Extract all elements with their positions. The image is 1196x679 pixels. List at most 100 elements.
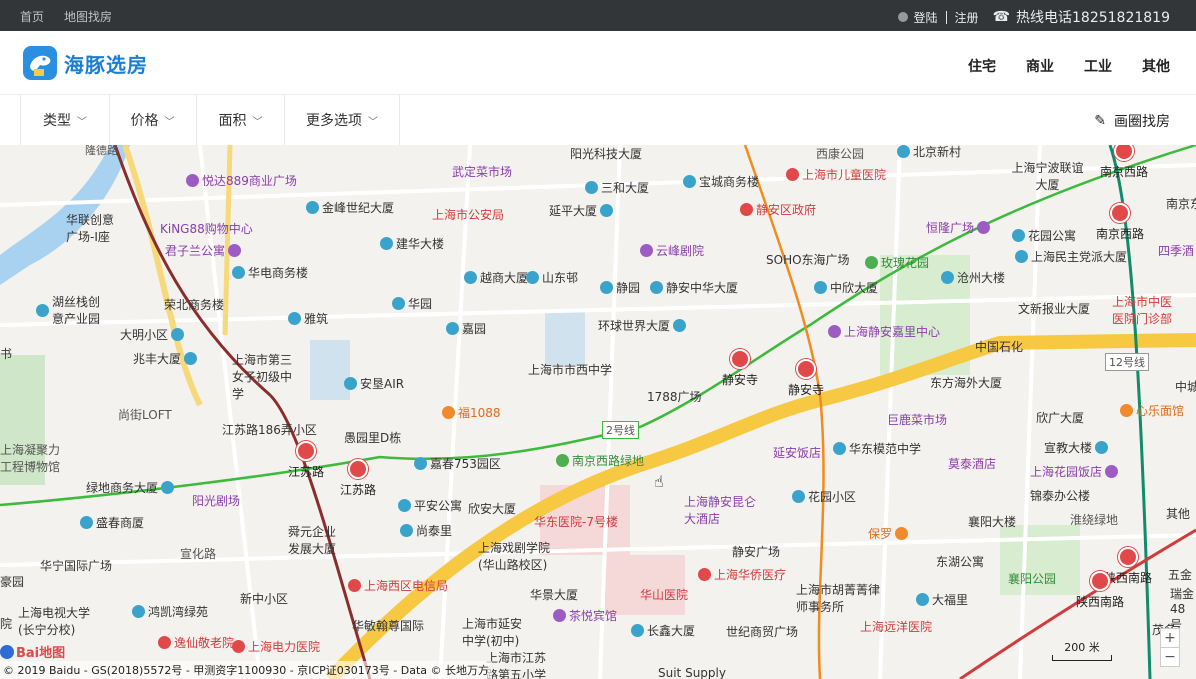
poi-marker[interactable]: 静安区政府 bbox=[740, 201, 816, 218]
poi-marker[interactable]: 逸仙敬老院 bbox=[158, 634, 234, 651]
poi-marker[interactable]: 西康公园 bbox=[816, 145, 864, 162]
poi-marker[interactable]: 华山医院 bbox=[640, 586, 688, 603]
poi-marker[interactable]: 上海远洋医院 bbox=[860, 618, 932, 635]
poi-marker[interactable]: 华园 bbox=[392, 295, 432, 312]
metro-station[interactable]: 南京西路 bbox=[1096, 203, 1144, 242]
poi-marker[interactable]: 南京西路绿地 bbox=[556, 452, 644, 469]
logo[interactable]: 海豚选房 bbox=[22, 45, 148, 81]
poi-marker[interactable]: 花园小区 bbox=[792, 488, 856, 505]
poi-marker[interactable]: 华敏翰尊国际 bbox=[352, 617, 424, 634]
poi-marker[interactable]: 长鑫大厦 bbox=[631, 622, 695, 639]
poi-marker[interactable]: 静园 bbox=[600, 279, 640, 296]
poi-marker[interactable]: 舜元企业发展大厦 bbox=[288, 523, 346, 557]
poi-marker[interactable]: 尚泰里 bbox=[400, 522, 452, 539]
filter-price[interactable]: 价格 ﹀ bbox=[109, 95, 197, 145]
nav-home-link[interactable]: 首页 bbox=[20, 8, 44, 25]
poi-marker[interactable]: 华电商务楼 bbox=[232, 264, 308, 281]
draw-search-button[interactable]: ✎ 画圈找房 bbox=[1094, 111, 1170, 131]
poi-marker[interactable]: 上海市中医医院门诊部 bbox=[1112, 293, 1182, 327]
filter-type[interactable]: 类型 ﹀ bbox=[20, 95, 110, 145]
register-link[interactable]: 注册 bbox=[955, 9, 979, 26]
poi-marker[interactable]: 襄阳大楼 bbox=[968, 513, 1016, 530]
metro-station[interactable]: 陕西南路 bbox=[1076, 571, 1124, 610]
poi-marker[interactable]: 东湖公寓 bbox=[936, 553, 984, 570]
poi-marker[interactable]: 保罗 bbox=[868, 525, 909, 542]
poi-marker[interactable]: 华东医院-7号楼 bbox=[534, 513, 618, 530]
poi-marker[interactable]: 恒隆广场 bbox=[926, 219, 991, 236]
poi-marker[interactable]: 平安公寓 bbox=[398, 497, 462, 514]
poi-marker[interactable]: 环球世界大厦 bbox=[598, 317, 687, 334]
poi-marker[interactable]: 愚园里D栋 bbox=[344, 429, 401, 446]
poi-marker[interactable]: 上海戏剧学院(华山路校区) bbox=[478, 539, 564, 573]
poi-marker[interactable]: 上海凝聚力工程博物馆 bbox=[0, 441, 70, 475]
poi-marker[interactable]: 中城 bbox=[1175, 378, 1196, 395]
poi-marker[interactable]: 宣教大楼 bbox=[1044, 439, 1109, 456]
poi-marker[interactable]: 大明小区 bbox=[120, 326, 185, 343]
poi-marker[interactable]: Suit Supply bbox=[658, 666, 726, 679]
poi-marker[interactable]: 盛春商厦 bbox=[80, 514, 144, 531]
metro-station[interactable]: 静安寺 bbox=[722, 349, 758, 388]
metro-station[interactable]: 江苏路 bbox=[288, 441, 324, 480]
poi-marker[interactable]: 悦达889商业广场 bbox=[186, 172, 297, 189]
poi-marker[interactable]: 茶悦宾馆 bbox=[553, 607, 617, 624]
poi-marker[interactable]: 文新报业大厦 bbox=[1018, 300, 1090, 317]
poi-marker[interactable]: 心乐面馆 bbox=[1120, 402, 1184, 419]
login-link[interactable]: 登陆 bbox=[914, 9, 938, 26]
poi-marker[interactable]: 君子兰公寓 bbox=[165, 242, 242, 259]
poi-marker[interactable]: 华东模范中学 bbox=[833, 440, 921, 457]
poi-marker[interactable]: 其他 bbox=[1166, 505, 1190, 522]
poi-marker[interactable]: 华景大厦 bbox=[530, 586, 578, 603]
poi-marker[interactable]: 华联创意广场-I座 bbox=[66, 211, 121, 245]
poi-marker[interactable]: 欣广大厦 bbox=[1036, 409, 1084, 426]
category-industrial[interactable]: 工业 bbox=[1084, 56, 1112, 76]
poi-marker[interactable]: 上海西区电信局 bbox=[348, 577, 448, 594]
category-other[interactable]: 其他 bbox=[1142, 56, 1170, 76]
poi-marker[interactable]: 沧州大楼 bbox=[941, 269, 1005, 286]
poi-marker[interactable]: 上海市江苏路第五小学 bbox=[486, 649, 552, 679]
poi-marker[interactable]: 嘉春753园区 bbox=[414, 455, 501, 472]
poi-marker[interactable]: 福1088 bbox=[442, 404, 501, 421]
poi-marker[interactable]: 荣北商务楼 bbox=[164, 296, 224, 313]
poi-marker[interactable]: 绿地商务大厦 bbox=[86, 479, 175, 496]
poi-marker[interactable]: 上海市胡菁菁律师事务所 bbox=[796, 581, 886, 615]
poi-marker[interactable]: 上海花园饭店 bbox=[1030, 463, 1119, 480]
poi-marker[interactable]: 静安广场 bbox=[732, 543, 780, 560]
poi-marker[interactable]: 上海静安昆仑大酒店 bbox=[684, 493, 759, 527]
poi-marker[interactable]: 延安饭店 bbox=[773, 444, 821, 461]
poi-marker[interactable]: 大福里 bbox=[916, 591, 968, 608]
poi-marker[interactable]: 上海民主党派大厦 bbox=[1015, 248, 1127, 265]
poi-marker[interactable]: 山东邨 bbox=[526, 269, 578, 286]
poi-marker[interactable]: 延平大厦 bbox=[549, 202, 614, 219]
poi-marker[interactable]: 襄阳公园 bbox=[1008, 570, 1056, 587]
poi-marker[interactable]: 武定菜市场 bbox=[452, 163, 512, 180]
poi-marker[interactable]: 上海宁波联谊大厦 bbox=[1010, 159, 1085, 193]
poi-marker[interactable]: 上海华侨医疗 bbox=[698, 566, 786, 583]
poi-marker[interactable]: KiNG88购物中心 bbox=[160, 220, 253, 237]
filter-area[interactable]: 面积 ﹀ bbox=[197, 95, 285, 145]
poi-marker[interactable]: 北京新村 bbox=[897, 145, 961, 160]
poi-marker[interactable]: 江苏路186弄小区 bbox=[222, 421, 317, 438]
nav-map-search-link[interactable]: 地图找房 bbox=[64, 8, 112, 25]
poi-marker[interactable]: 上海市延安中学(初中) bbox=[462, 615, 532, 649]
poi-marker[interactable]: 中国石化 bbox=[975, 338, 1023, 355]
poi-marker[interactable]: 淮绕绿地 bbox=[1070, 511, 1118, 528]
poi-marker[interactable]: 尚街LOFT bbox=[118, 406, 172, 423]
poi-marker[interactable]: 世纪商贸广场 bbox=[726, 623, 798, 640]
poi-marker[interactable]: 上海电力医院 bbox=[232, 638, 320, 655]
poi-marker[interactable]: 上海市市西中学 bbox=[528, 361, 612, 378]
poi-marker[interactable]: 静安中华大厦 bbox=[650, 279, 738, 296]
map-canvas[interactable]: 隆德路 2号线 12号线 书 豪园 院 阳光科技大厦 北京新村 西康公园 悦达8… bbox=[0, 145, 1196, 679]
poi-marker[interactable]: 东方海外大厦 bbox=[930, 374, 1002, 391]
poi-marker[interactable]: 华宁国际广场 bbox=[40, 557, 112, 574]
poi-marker[interactable]: 越商大厦 bbox=[464, 269, 528, 286]
category-residential[interactable]: 住宅 bbox=[968, 56, 996, 76]
poi-marker[interactable]: 湖丝栈创意产业园 bbox=[36, 293, 108, 327]
poi-marker[interactable]: 1788广场 bbox=[647, 388, 702, 405]
poi-marker[interactable]: 巨鹿菜市场 bbox=[887, 411, 947, 428]
poi-marker[interactable]: 上海电视大学(长宁分校) bbox=[18, 604, 98, 638]
poi-marker[interactable]: 上海市儿童医院 bbox=[786, 166, 886, 183]
poi-marker[interactable]: 新中小区 bbox=[240, 590, 288, 607]
poi-marker[interactable]: 上海市公安局 bbox=[432, 206, 504, 223]
poi-marker[interactable]: 花园公寓 bbox=[1012, 227, 1076, 244]
poi-marker[interactable]: 三和大厦 bbox=[585, 179, 649, 196]
